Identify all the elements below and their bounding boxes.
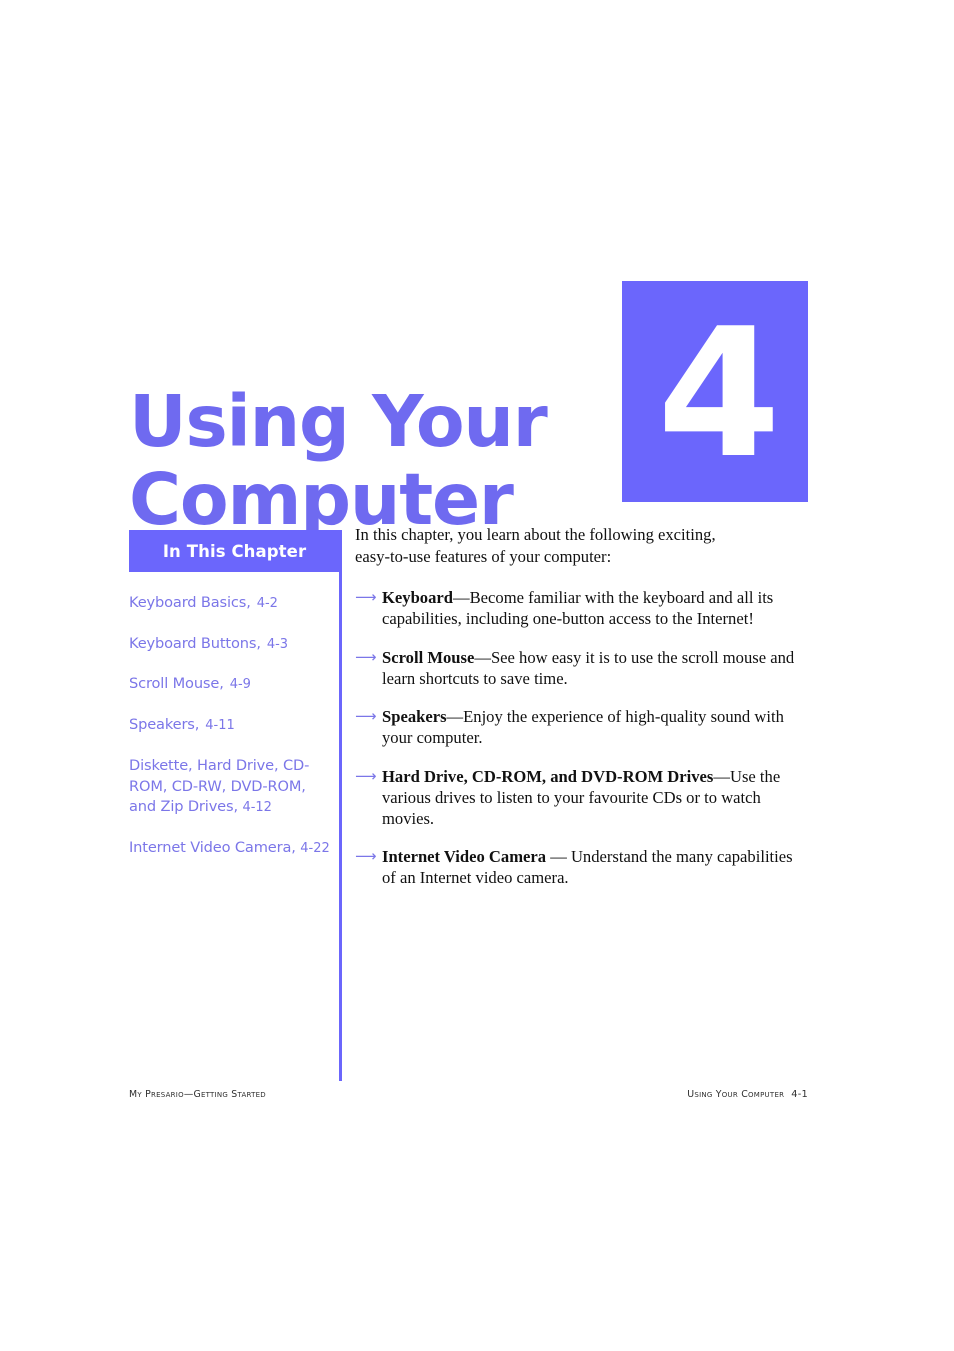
document-page: 4 Using Your Computer In This Chapter Ke…: [0, 0, 954, 1351]
list-item-term: Scroll Mouse: [382, 647, 475, 667]
feature-list: ⟶ Keyboard—Become familiar with the keyb…: [355, 587, 810, 889]
chapter-number: 4: [657, 289, 781, 497]
intro-paragraph: In this chapter, you learn about the fol…: [355, 524, 810, 567]
arrow-right-icon: ⟶: [355, 847, 377, 866]
sidebar-item-scroll-mouse[interactable]: Scroll Mouse, 4-9: [129, 674, 334, 695]
list-item-term: Speakers: [382, 707, 447, 727]
toc-label: Speakers,: [129, 716, 200, 734]
sidebar-item-speakers[interactable]: Speakers, 4-11: [129, 715, 334, 736]
footer-page-number: 4-1: [791, 1089, 808, 1100]
arrow-right-icon: ⟶: [355, 707, 377, 726]
footer-right: Using Your Computer 4-1: [687, 1089, 808, 1100]
toc-page: 4-2: [256, 596, 278, 611]
page-title-line-1: Using Your: [129, 379, 548, 463]
toc-page: 4-12: [242, 800, 272, 816]
sidebar-header-label: In This Chapter: [162, 541, 307, 561]
arrow-right-icon: ⟶: [355, 647, 377, 666]
toc-label: Scroll Mouse,: [129, 675, 224, 693]
list-item-term: Internet Video Camera: [382, 847, 547, 867]
vertical-divider: [339, 530, 342, 1081]
list-item-term: Keyboard: [382, 588, 453, 608]
sidebar-item-drives[interactable]: Diskette, Hard Drive, CD-ROM, CD-RW, DVD…: [129, 756, 334, 818]
arrow-right-icon: ⟶: [355, 766, 377, 785]
arrow-right-icon: ⟶: [355, 588, 377, 607]
sidebar-item-keyboard-basics[interactable]: Keyboard Basics, 4-2: [129, 593, 334, 614]
sidebar-item-internet-video-camera[interactable]: Internet Video Camera, 4-22: [129, 838, 334, 859]
intro-line-1: In this chapter, you learn about the fol…: [355, 525, 716, 544]
main-content: In this chapter, you learn about the fol…: [355, 524, 810, 889]
toc-label: Internet Video Camera,: [129, 839, 296, 857]
footer-chapter-title: Using Your Computer: [687, 1089, 785, 1100]
toc-page: 4-9: [229, 677, 251, 693]
in-this-chapter-sidebar: In This Chapter Keyboard Basics, 4-2 Keyb…: [129, 530, 340, 875]
list-item: ⟶ Keyboard—Become familiar with the keyb…: [355, 587, 810, 629]
chapter-number-box: 4: [622, 281, 808, 502]
sidebar-item-keyboard-buttons[interactable]: Keyboard Buttons, 4-3: [129, 634, 334, 655]
footer-left: My Presario—Getting Started: [129, 1089, 266, 1100]
toc-page: 4-22: [300, 841, 330, 857]
list-item: ⟶ Scroll Mouse—See how easy it is to use…: [355, 647, 810, 689]
list-item: ⟶ Speakers—Enjoy the experience of high-…: [355, 706, 810, 748]
intro-line-2: easy-to-use features of your computer:: [355, 546, 612, 566]
sidebar-header: In This Chapter: [129, 530, 340, 572]
table-of-contents: Keyboard Basics, 4-2 Keyboard Buttons, 4-3…: [129, 593, 340, 859]
toc-page: 4-3: [266, 636, 289, 652]
toc-label: Keyboard Buttons,: [129, 634, 261, 652]
toc-label: Keyboard Basics,: [129, 594, 251, 611]
list-item-term: Hard Drive, CD-ROM, and DVD-ROM Drives: [382, 766, 714, 786]
toc-label: Diskette, Hard Drive, CD-ROM, CD-RW, DVD…: [129, 756, 310, 816]
page-title: Using Your Computer: [129, 379, 599, 541]
toc-page: 4-11: [205, 718, 235, 734]
list-item: ⟶ Internet Video Camera — Understand the…: [355, 846, 810, 888]
list-item: ⟶ Hard Drive, CD-ROM, and DVD-ROM Drives…: [355, 766, 810, 830]
